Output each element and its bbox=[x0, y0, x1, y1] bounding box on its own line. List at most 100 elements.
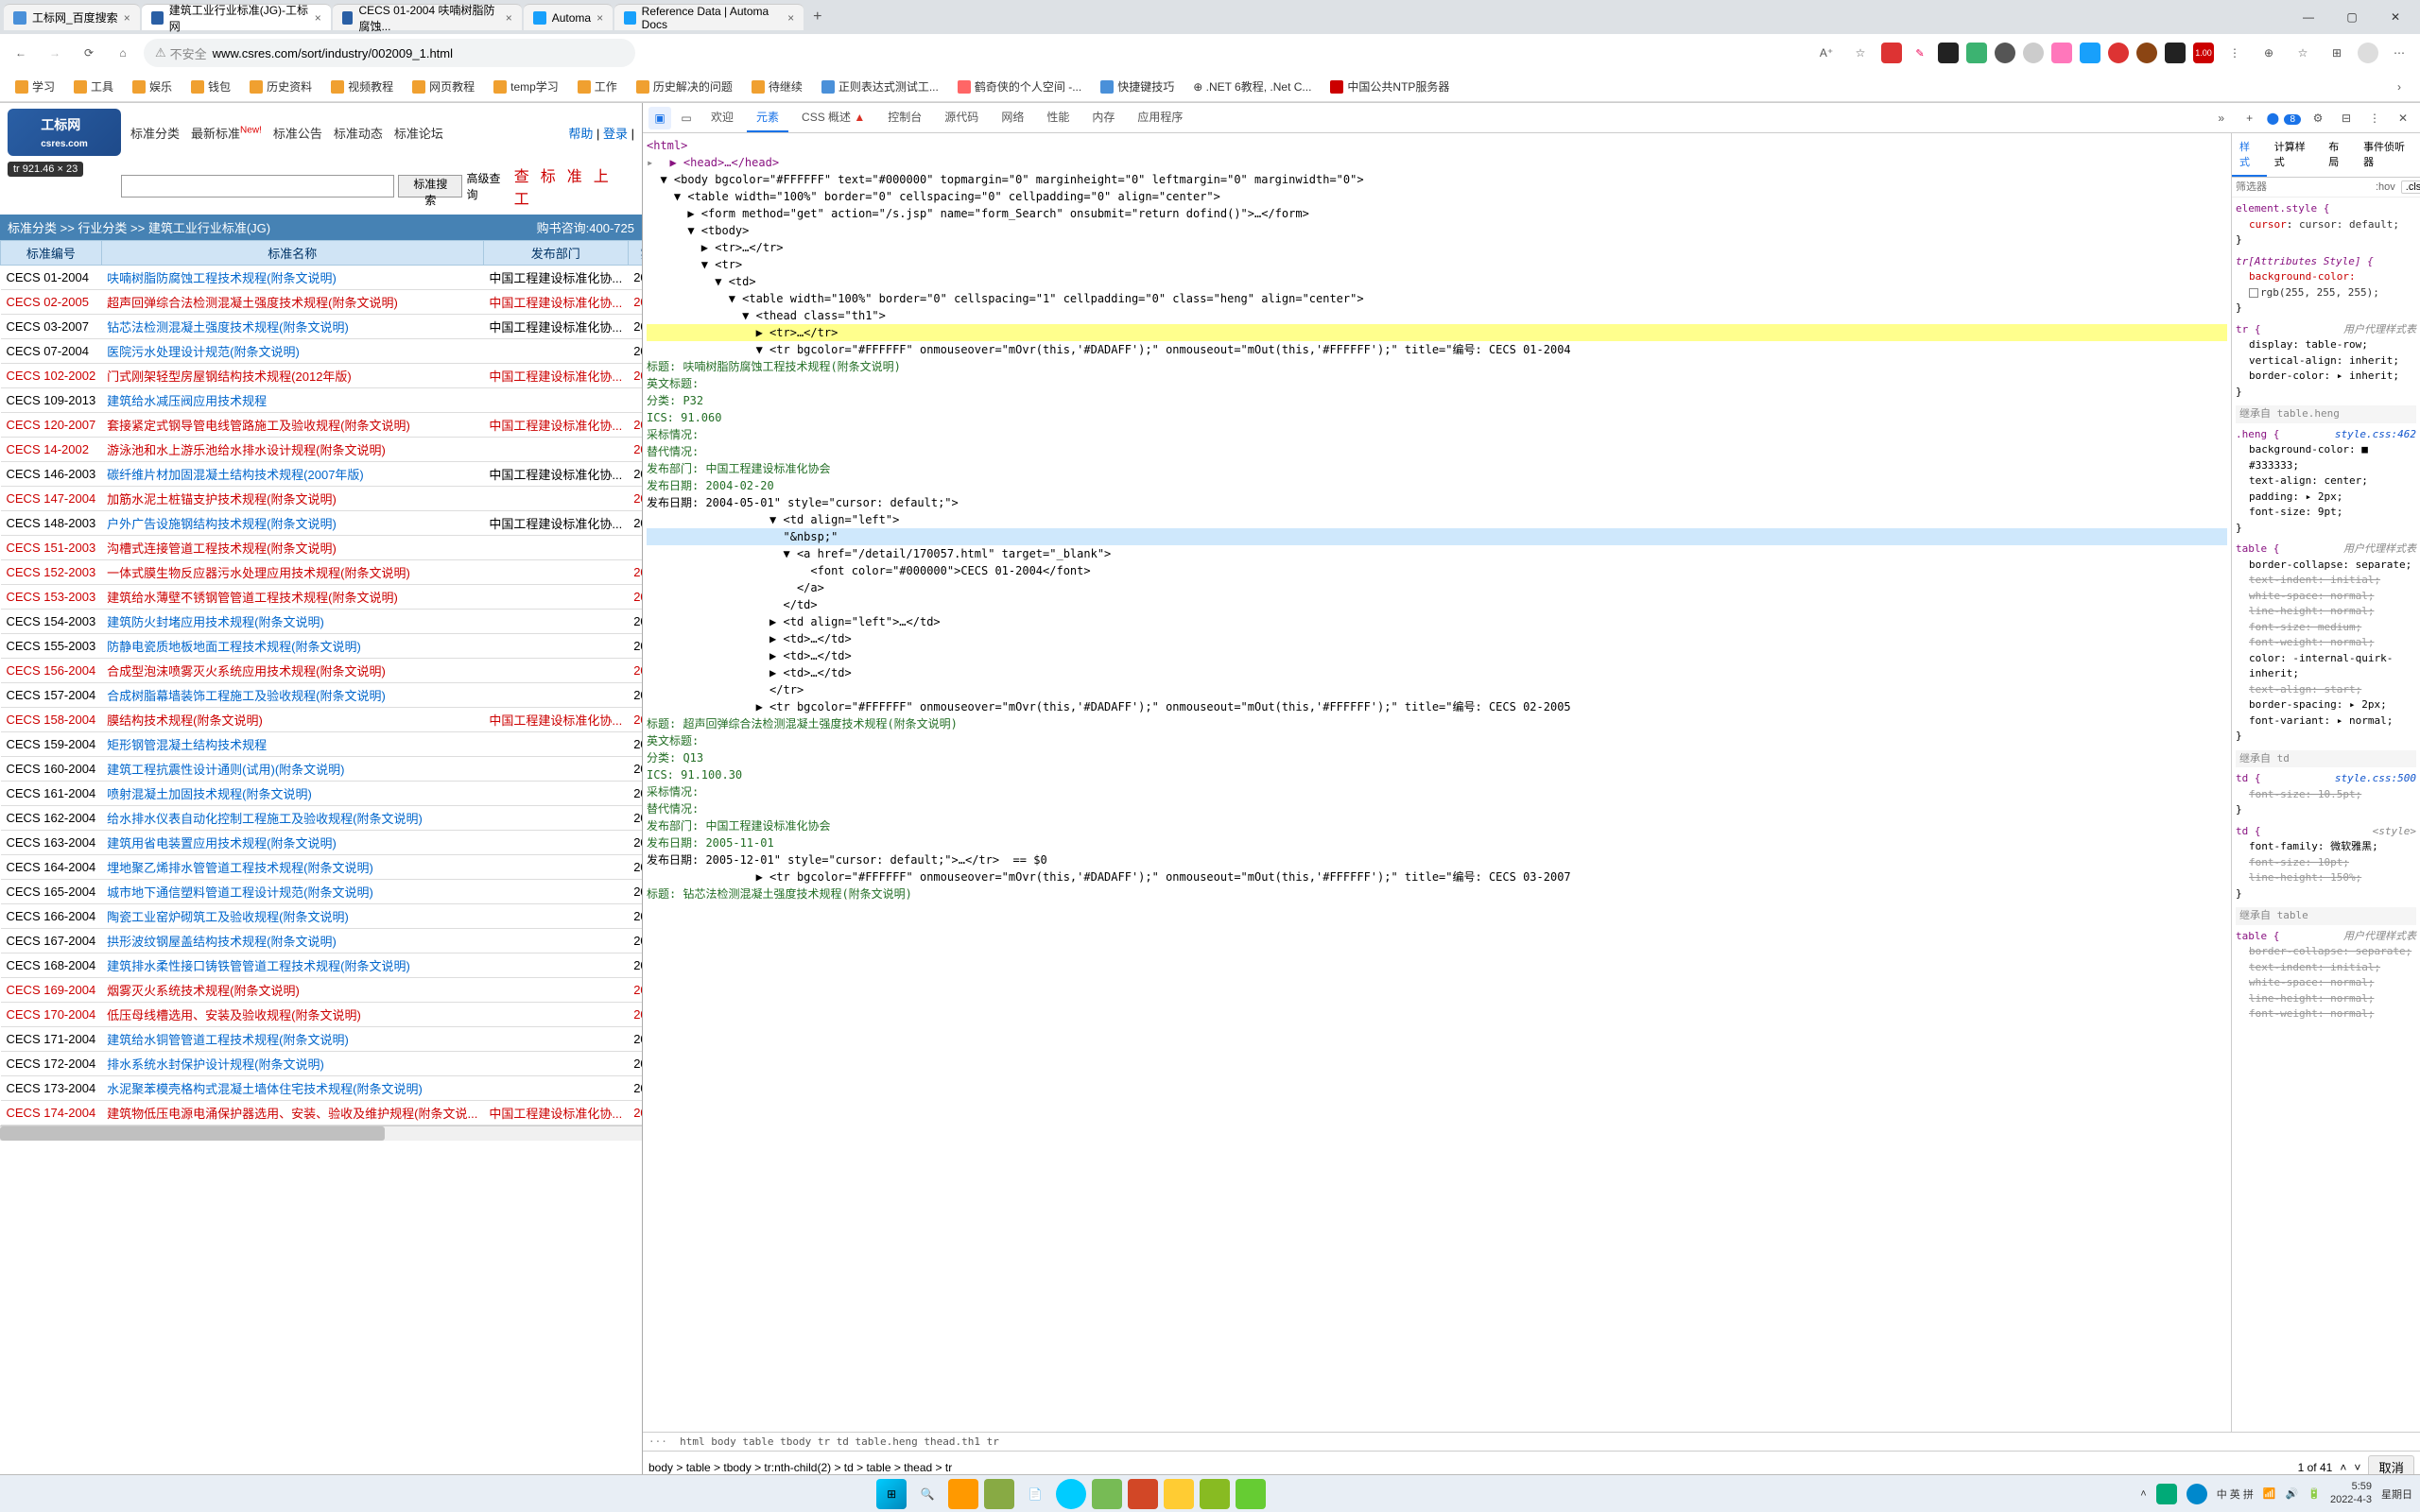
bookmark-item[interactable]: 工作 bbox=[570, 76, 625, 97]
dt-tab-network[interactable]: 网络 bbox=[992, 103, 1033, 132]
hov-toggle[interactable]: :hov bbox=[2376, 181, 2395, 193]
ext-icon[interactable]: 1.00 bbox=[2193, 43, 2214, 63]
dt-menu-icon[interactable]: ⋮ bbox=[2363, 107, 2386, 129]
nav-link[interactable]: 最新标准New! bbox=[191, 124, 262, 142]
clock[interactable]: 5:59 2022-4-3 bbox=[2330, 1481, 2372, 1505]
bookmark-item[interactable]: 鹤奇侠的个人空间 -... bbox=[950, 76, 1089, 97]
search-icon[interactable]: 🔍 bbox=[912, 1479, 942, 1509]
table-row[interactable]: CECS 120-2007套接紧定式钢导管电线管路施工及验收规程(附条文说明)中… bbox=[1, 413, 644, 438]
bookmark-item[interactable]: 学习 bbox=[8, 76, 62, 97]
dt-tab-application[interactable]: 应用程序 bbox=[1128, 103, 1192, 132]
dt-tab-sources[interactable]: 源代码 bbox=[935, 103, 988, 132]
minimize-button[interactable]: — bbox=[2288, 3, 2329, 31]
forward-button[interactable]: → bbox=[42, 40, 68, 66]
dock-icon[interactable]: ⊟ bbox=[2335, 107, 2358, 129]
table-row[interactable]: CECS 03-2007钻芯法检测混凝土强度技术规程(附条文说明)中国工程建设标… bbox=[1, 315, 644, 339]
new-tab-button[interactable]: + bbox=[805, 5, 829, 29]
dt-add-tab-icon[interactable]: + bbox=[2238, 107, 2261, 129]
table-row[interactable]: CECS 153-2003建筑给水薄壁不锈钢管管道工程技术规程(附条文说明)20… bbox=[1, 585, 644, 610]
table-row[interactable]: CECS 102-2002门式刚架轻型房屋钢结构技术规程(2012年版)中国工程… bbox=[1, 364, 644, 388]
bookmark-item[interactable]: 钱包 bbox=[183, 76, 238, 97]
ext-icon[interactable] bbox=[2080, 43, 2100, 63]
explorer-icon[interactable] bbox=[1164, 1479, 1194, 1509]
table-row[interactable]: CECS 152-2003一体式膜生物反应器污水处理应用技术规程(附条文说明)2… bbox=[1, 560, 644, 585]
taskbar-app[interactable] bbox=[1200, 1479, 1230, 1509]
search-next-icon[interactable]: ˅ bbox=[2354, 1461, 2360, 1474]
bookmark-item[interactable]: temp学习 bbox=[486, 76, 566, 97]
ext-icon[interactable] bbox=[1966, 43, 1987, 63]
dt-tab-welcome[interactable]: 欢迎 bbox=[701, 103, 743, 132]
close-icon[interactable]: × bbox=[506, 11, 512, 25]
table-row[interactable]: CECS 151-2003沟槽式连接管道工程技术规程(附条文说明) bbox=[1, 536, 644, 560]
close-icon[interactable]: × bbox=[124, 11, 130, 25]
table-row[interactable]: CECS 146-2003碳纤维片材加固混凝土结构技术规程(2007年版)中国工… bbox=[1, 462, 644, 487]
ext-icon[interactable] bbox=[2051, 43, 2072, 63]
table-row[interactable]: CECS 154-2003建筑防火封堵应用技术规程(附条文说明)2004-0 bbox=[1, 610, 644, 634]
bookmark-item[interactable]: 中国公共NTP服务器 bbox=[1322, 76, 1457, 97]
table-row[interactable]: CECS 168-2004建筑排水柔性接口铸铁管管道工程技术规程(附条文说明)2… bbox=[1, 954, 644, 978]
tray-icon[interactable] bbox=[2156, 1484, 2177, 1504]
table-row[interactable]: CECS 167-2004拱形波纹钢屋盖结构技术规程(附条文说明)2005-0 bbox=[1, 929, 644, 954]
start-button[interactable]: ⊞ bbox=[876, 1479, 907, 1509]
bookmark-item[interactable]: 娱乐 bbox=[125, 76, 180, 97]
tab-0[interactable]: 工标网_百度搜索× bbox=[4, 4, 140, 30]
maximize-button[interactable]: ▢ bbox=[2331, 3, 2373, 31]
url-box[interactable]: ⚠ 不安全 www.csres.com/sort/industry/002009… bbox=[144, 39, 635, 67]
tab-3[interactable]: Automa× bbox=[524, 4, 613, 30]
ext-icon[interactable] bbox=[1938, 43, 1959, 63]
table-row[interactable]: CECS 160-2004建筑工程抗震性设计通则(试用)(附条文说明)2004-… bbox=[1, 757, 644, 782]
ext-icon[interactable] bbox=[1881, 43, 1902, 63]
table-row[interactable]: CECS 109-2013建筑给水减压阀应用技术规程 bbox=[1, 388, 644, 413]
bookmark-item[interactable]: 历史解决的问题 bbox=[629, 76, 740, 97]
home-button[interactable]: ⌂ bbox=[110, 40, 136, 66]
table-row[interactable]: CECS 157-2004合成树脂幕墙装饰工程施工及验收规程(附条文说明)200… bbox=[1, 683, 644, 708]
favorite-icon[interactable]: ☆ bbox=[1847, 40, 1874, 66]
close-button[interactable]: ✕ bbox=[2375, 3, 2416, 31]
search-prev-icon[interactable]: ˄ bbox=[2340, 1461, 2346, 1474]
refresh-button[interactable]: ⟳ bbox=[76, 40, 102, 66]
tab-4[interactable]: Reference Data | Automa Docs× bbox=[614, 4, 804, 30]
table-row[interactable]: CECS 162-2004给水排水仪表自动化控制工程施工及验收规程(附条文说明)… bbox=[1, 806, 644, 831]
table-row[interactable]: CECS 171-2004建筑给水铜管管道工程技术规程(附条文说明)2005-0 bbox=[1, 1027, 644, 1052]
table-row[interactable]: CECS 159-2004矩形钢管混凝土结构技术规程2004-1 bbox=[1, 732, 644, 757]
col-name[interactable]: 标准名称 bbox=[101, 241, 483, 266]
ime-indicator[interactable]: 中 英 拼 bbox=[2217, 1486, 2254, 1502]
bookmark-item[interactable]: 网页教程 bbox=[405, 76, 482, 97]
taskbar-app[interactable] bbox=[948, 1479, 978, 1509]
nav-link[interactable]: 标准公告 bbox=[273, 124, 322, 142]
nav-link[interactable]: 标准分类 bbox=[130, 124, 180, 142]
powerpoint-icon[interactable] bbox=[1128, 1479, 1158, 1509]
dt-more-tabs-icon[interactable]: » bbox=[2210, 107, 2233, 129]
table-row[interactable]: CECS 156-2004合成型泡沫喷雾灭火系统应用技术规程(附条文说明)200… bbox=[1, 659, 644, 683]
menu-icon[interactable]: ⋯ bbox=[2386, 40, 2412, 66]
close-icon[interactable]: × bbox=[787, 11, 794, 25]
table-row[interactable]: CECS 170-2004低压母线槽选用、安装及验收规程(附条文说明)2005-… bbox=[1, 1003, 644, 1027]
taskbar-app[interactable] bbox=[984, 1479, 1014, 1509]
close-icon[interactable]: × bbox=[596, 11, 603, 25]
table-row[interactable]: CECS 166-2004陶瓷工业窑炉砌筑工及验收规程(附条文说明)2004-1 bbox=[1, 904, 644, 929]
ext-icon[interactable] bbox=[2165, 43, 2186, 63]
col-code[interactable]: 标准编号 bbox=[1, 241, 102, 266]
table-row[interactable]: CECS 147-2004加筋水泥土桩锚支护技术规程(附条文说明)2004-0 bbox=[1, 487, 644, 511]
search-input[interactable] bbox=[121, 175, 395, 198]
dom-breadcrumbs[interactable]: ··· html body table tbody tr td table.he… bbox=[643, 1432, 2420, 1451]
tab-layout[interactable]: 布局 bbox=[2321, 133, 2356, 177]
cls-toggle[interactable]: .cls bbox=[2401, 180, 2420, 194]
table-row[interactable]: CECS 02-2005超声回弹综合法检测混凝土强度技术规程(附条文说明)中国工… bbox=[1, 290, 644, 315]
bookmark-item[interactable]: 历史资料 bbox=[242, 76, 320, 97]
close-icon[interactable]: × bbox=[315, 11, 321, 25]
bookmark-item[interactable]: 视频教程 bbox=[323, 76, 401, 97]
table-row[interactable]: CECS 14-2002游泳池和水上游乐池给水排水设计规程(附条文说明)2003… bbox=[1, 438, 644, 462]
favorites-icon[interactable]: ☆ bbox=[2290, 40, 2316, 66]
dt-tab-elements[interactable]: 元素 bbox=[747, 103, 788, 132]
extensions-menu-icon[interactable]: ⋮ bbox=[2221, 40, 2248, 66]
styles-filter-input[interactable] bbox=[2236, 181, 2370, 193]
dt-tab-memory[interactable]: 内存 bbox=[1082, 103, 1124, 132]
ext-icon[interactable] bbox=[2108, 43, 2129, 63]
advanced-search-link[interactable]: 高级查询 bbox=[466, 170, 510, 202]
bookmark-item[interactable]: 工具 bbox=[66, 76, 121, 97]
edge-icon[interactable] bbox=[1056, 1479, 1086, 1509]
performance-icon[interactable]: ⊕ bbox=[2256, 40, 2282, 66]
device-toggle-icon[interactable]: ▭ bbox=[675, 107, 698, 129]
taskbar-app[interactable] bbox=[1092, 1479, 1122, 1509]
